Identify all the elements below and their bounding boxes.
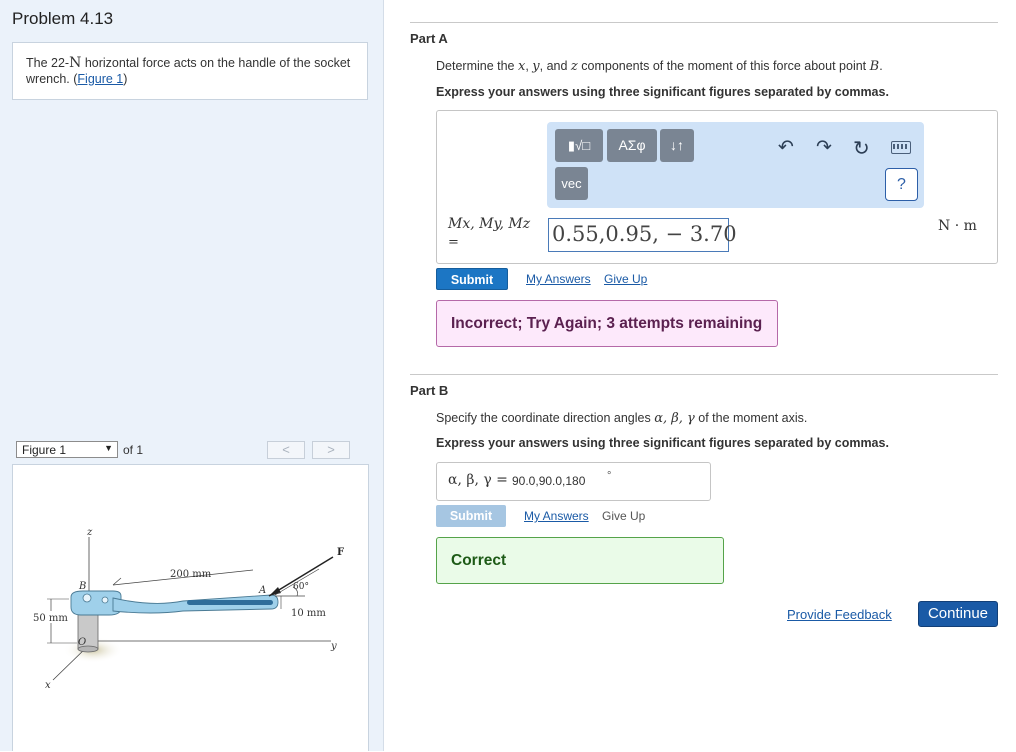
part-a-give-up-link[interactable]: Give Up xyxy=(604,272,647,286)
part-a-feedback-incorrect: Incorrect; Try Again; 3 attempts remaini… xyxy=(436,300,778,347)
arrows-button[interactable]: ↓↑ xyxy=(660,129,694,162)
prompt-text: Specify the coordinate direction angles xyxy=(436,411,655,425)
pivot-B xyxy=(82,593,92,603)
next-figure-button[interactable]: > xyxy=(312,441,350,459)
problem-panel: Problem 4.13 The 22-N horizontal force a… xyxy=(0,0,384,751)
part-a-prompt: Determine the x, y, and z components of … xyxy=(436,59,883,74)
force-unit: N xyxy=(69,55,82,71)
part-b-variables-label: α, β, γ = xyxy=(448,472,508,488)
reset-icon[interactable]: ↻ xyxy=(853,136,870,161)
vector-button[interactable]: vec xyxy=(555,167,588,200)
keyboard-icon[interactable] xyxy=(891,141,911,154)
y-axis-label: y xyxy=(330,641,337,652)
prompt-text: components of the moment of this force a… xyxy=(577,59,870,73)
part-b-instruction: Express your answers using three signifi… xyxy=(436,436,889,450)
statement-text-close: ) xyxy=(123,72,128,86)
figure-count: of 1 xyxy=(123,443,144,457)
part-a-answer-input[interactable]: 0.55,0.95, − 3.70 xyxy=(548,218,737,252)
part-b-answer-value: 90.0,90.0,180 xyxy=(512,474,586,488)
part-a-divider xyxy=(410,22,998,23)
part-a-unit: N · m xyxy=(938,218,977,234)
figure-link[interactable]: Figure 1 xyxy=(77,72,123,86)
provide-feedback-link[interactable]: Provide Feedback xyxy=(787,607,892,622)
figure-navigation: Figure 1 ▼ of 1 < > xyxy=(12,439,369,461)
direction-angles: α, β, γ xyxy=(654,411,695,426)
part-b-my-answers-link[interactable]: My Answers xyxy=(524,509,589,523)
part-b-submit-button: Submit xyxy=(436,505,506,527)
z-axis-label: z xyxy=(86,527,93,538)
dropdown-arrow-icon: ▼ xyxy=(104,443,113,453)
part-b-label: Part B xyxy=(410,383,449,398)
greek-symbols-button[interactable]: AΣφ xyxy=(607,129,657,162)
ratchet-switch xyxy=(101,596,109,604)
var-y: y xyxy=(532,59,540,74)
prompt-sep: , and xyxy=(539,59,571,73)
answer-variables-label: Mx, My, Mz xyxy=(448,216,531,232)
part-a-label: Part A xyxy=(410,31,448,46)
part-b-prompt: Specify the coordinate direction angles … xyxy=(436,411,807,426)
force-F-label: F xyxy=(337,547,344,558)
handle-grip xyxy=(187,600,273,605)
previous-figure-button[interactable]: < xyxy=(267,441,305,459)
equals-sign: = xyxy=(448,235,459,250)
figure-select[interactable]: Figure 1 ▼ xyxy=(16,441,118,458)
point-A-label: A xyxy=(258,585,266,596)
var-z: z xyxy=(570,59,578,74)
statement-text-pre: The 22- xyxy=(26,56,70,70)
height-dimension-label: 50 mm xyxy=(33,613,68,624)
part-a-instruction: Express your answers using three signifi… xyxy=(436,85,889,99)
socket-wrench-diagram: z x y O B 200 mm A 60° F 10 mm 50 mm xyxy=(32,527,344,691)
point-O-label: O xyxy=(78,637,86,648)
templates-button[interactable]: ▮√□ xyxy=(555,129,603,162)
help-button[interactable]: ? xyxy=(885,168,918,201)
redo-icon[interactable]: ↷ xyxy=(816,136,832,159)
continue-button[interactable]: Continue xyxy=(918,601,998,627)
point-B-label: B xyxy=(78,581,86,592)
part-b-feedback-correct: Correct xyxy=(436,537,724,584)
offset-dimension-label: 10 mm xyxy=(291,608,326,619)
problem-statement: The 22-N horizontal force acts on the ha… xyxy=(12,42,368,100)
prompt-text: Determine the xyxy=(436,59,518,73)
part-b-give-up-text: Give Up xyxy=(602,509,646,523)
prompt-text: of the moment axis. xyxy=(694,411,808,425)
length-dimension-label: 200 mm xyxy=(170,569,212,580)
angle-label: 60° xyxy=(293,582,309,592)
part-a-submit-button[interactable]: Submit xyxy=(436,268,508,290)
part-a-my-answers-link[interactable]: My Answers xyxy=(526,272,591,286)
figure-select-value: Figure 1 xyxy=(22,443,67,457)
x-axis-label: x xyxy=(45,680,51,691)
point-B: B xyxy=(869,59,880,74)
figure-viewer: z x y O B 200 mm A 60° F 10 mm 50 mm xyxy=(12,464,369,751)
problem-title: Problem 4.13 xyxy=(12,9,114,28)
math-toolbar xyxy=(547,122,924,208)
undo-icon[interactable]: ↶ xyxy=(778,136,794,159)
part-b-unit: ° xyxy=(607,470,612,482)
part-b-divider xyxy=(410,374,998,375)
prompt-text: . xyxy=(879,59,883,73)
